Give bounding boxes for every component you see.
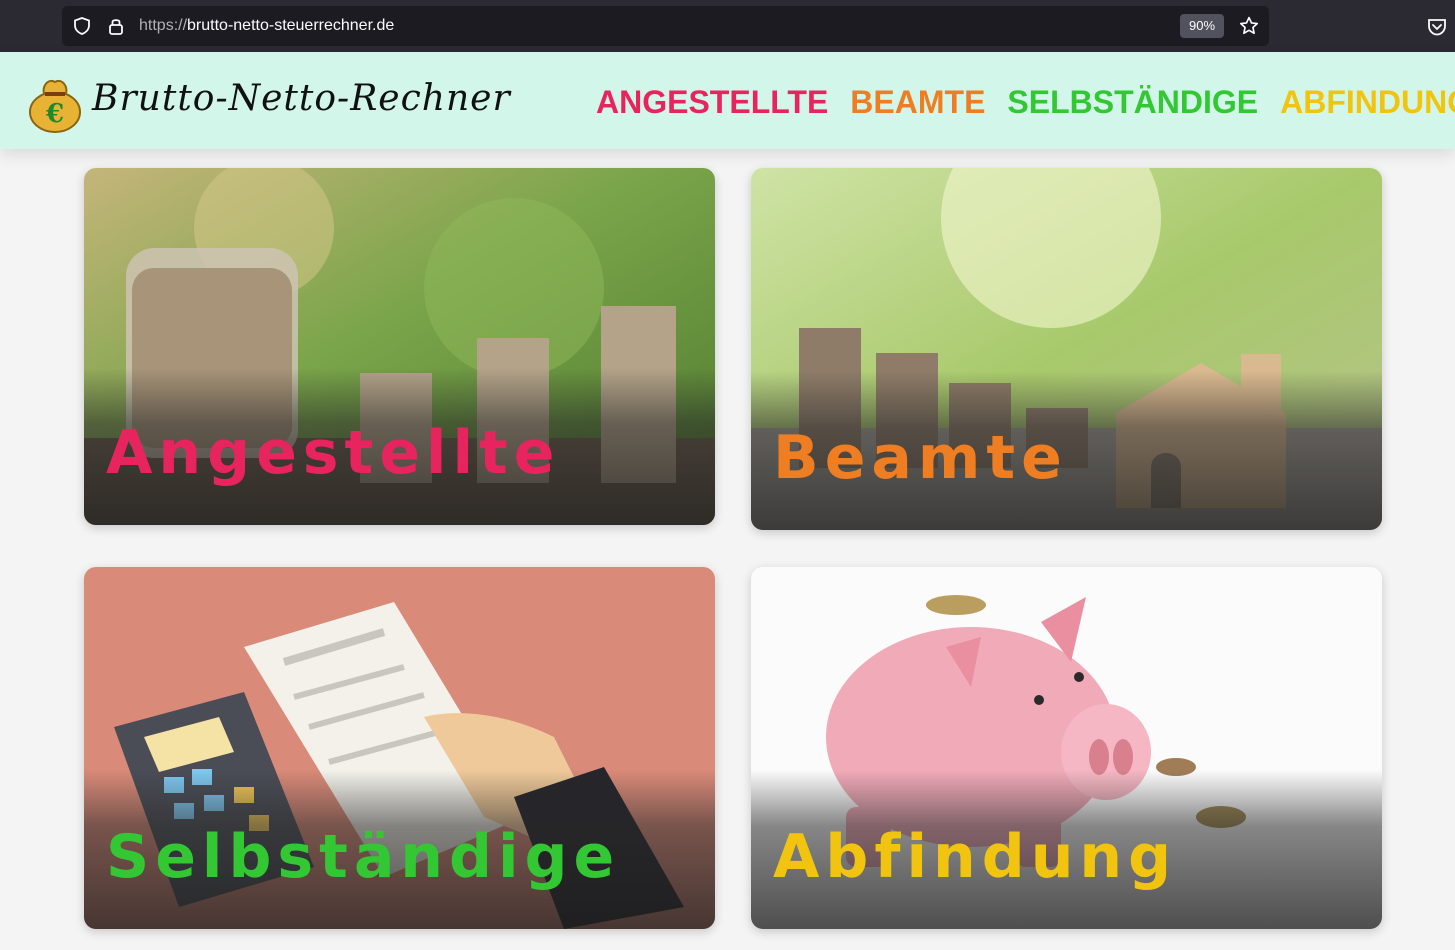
zoom-level-badge[interactable]: 90%: [1180, 14, 1225, 38]
url-host: brutto-netto-steuerrechner.de: [187, 17, 395, 34]
site-header: € Brutto-Netto-Rechner ANGESTELLTE BEAMT…: [0, 52, 1455, 149]
lock-icon[interactable]: [106, 16, 126, 36]
shield-icon[interactable]: [72, 16, 92, 36]
svg-text:€: €: [45, 99, 64, 129]
main-nav: ANGESTELLTE BEAMTE SELBSTÄNDIGE ABFINDUN…: [596, 84, 1455, 121]
money-bag-icon[interactable]: €: [24, 72, 86, 134]
card-beamte[interactable]: Beamte: [751, 168, 1382, 530]
url-text[interactable]: https://brutto-netto-steuerrechner.de: [139, 17, 394, 35]
url-scheme: https://: [139, 17, 188, 34]
address-bar[interactable]: https://brutto-netto-steuerrechner.de 90…: [62, 6, 1269, 46]
card-selbstaendige[interactable]: Selbständige: [84, 567, 715, 929]
nav-link-angestellte[interactable]: ANGESTELLTE: [596, 84, 828, 121]
card-title-abfindung: Abfindung: [773, 822, 1178, 892]
card-title-angestellte: Angestellte: [106, 418, 561, 488]
card-title-beamte: Beamte: [773, 423, 1068, 493]
pocket-icon[interactable]: [1426, 16, 1448, 38]
nav-link-beamte[interactable]: BEAMTE: [850, 84, 985, 121]
nav-link-selbstaendige[interactable]: SELBSTÄNDIGE: [1007, 84, 1258, 121]
browser-toolbar: https://brutto-netto-steuerrechner.de 90…: [0, 0, 1455, 52]
card-title-selbstaendige: Selbständige: [106, 822, 621, 892]
card-abfindung[interactable]: Abfindung: [751, 567, 1382, 929]
card-angestellte[interactable]: Angestellte: [84, 168, 715, 525]
site-logo-text[interactable]: Brutto-Netto-Rechner: [92, 78, 511, 119]
star-icon[interactable]: [1238, 15, 1260, 37]
nav-link-abfindung[interactable]: ABFINDUNG: [1280, 84, 1455, 121]
